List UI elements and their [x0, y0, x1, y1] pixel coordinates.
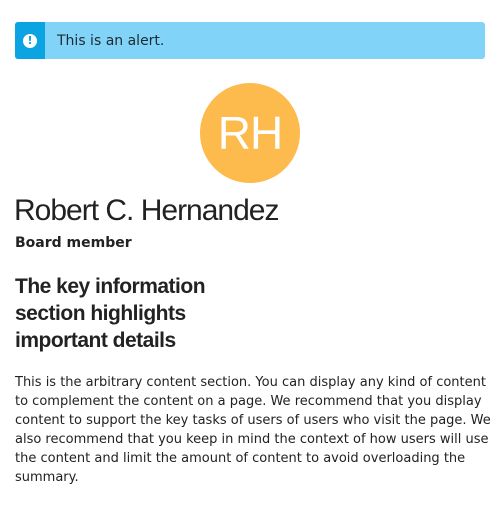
alert-icon-strip: ! [15, 22, 45, 59]
profile-role: Board member [15, 235, 132, 251]
key-information-heading: The key information section highlights i… [15, 275, 206, 352]
info-icon: ! [23, 33, 37, 48]
avatar: RH [200, 83, 300, 183]
profile-name: Robert C. Hernandez [14, 194, 279, 227]
content-section: This is the arbitrary content section. Y… [15, 375, 491, 485]
alert-banner: ! This is an alert. [15, 22, 485, 59]
alert-text: This is an alert. [57, 32, 165, 49]
